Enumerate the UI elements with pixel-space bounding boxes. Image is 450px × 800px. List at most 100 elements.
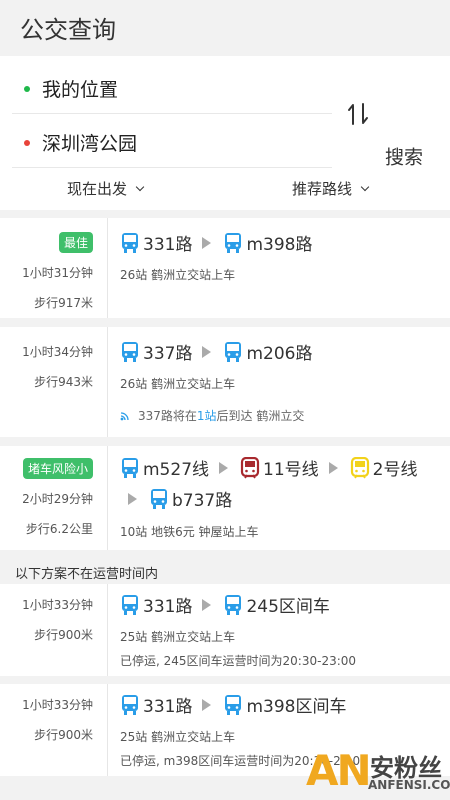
page-title: 公交查询 xyxy=(20,16,116,44)
filter-bar: 现在出发 推荐路线 xyxy=(0,170,450,208)
service-note: 已停运, 245区间车运营时间为20:30-23:00 xyxy=(120,654,357,668)
segment-label: 337路 xyxy=(143,344,193,364)
segment: m398路 xyxy=(223,230,312,255)
low-traffic-risk-badge: 堵车风险小 xyxy=(22,458,93,479)
segment-label: 2号线 xyxy=(372,460,418,480)
segment-label: m398区间车 xyxy=(246,697,347,717)
watermark-mark: AN xyxy=(306,746,372,795)
segment: 11号线 xyxy=(240,455,319,480)
arrow-right-icon xyxy=(328,461,338,474)
origin-dot-icon xyxy=(24,85,30,92)
segment: m398区间车 xyxy=(223,692,346,717)
segment-label: 245区间车 xyxy=(246,597,330,617)
bus-icon xyxy=(122,594,138,615)
departure-time-dropdown[interactable]: 现在出发 xyxy=(67,178,145,199)
route-walk: 步行917米 xyxy=(34,296,93,310)
subway-icon xyxy=(350,456,369,478)
chevron-down-icon xyxy=(135,182,145,191)
route-duration: 1小时34分钟 xyxy=(22,345,93,359)
route-detail: 26站 鹤洲立交站上车 xyxy=(120,377,236,391)
route-duration: 1小时33分钟 xyxy=(22,698,93,712)
route-segments-continued: b737路 xyxy=(128,486,232,511)
segment-label: m527线 xyxy=(143,460,210,480)
segment-label: m206路 xyxy=(246,344,313,364)
route-card[interactable]: 最佳 1小时31分钟 步行917米 331路 m398路 26站 鹤洲立交站上车 xyxy=(0,218,450,318)
bus-icon xyxy=(225,594,242,615)
route-summary: 堵车风险小 2小时29分钟 步行6.2公里 xyxy=(0,446,108,550)
segment-label: 331路 xyxy=(143,235,193,255)
segment-label: 331路 xyxy=(143,697,193,717)
route-segments: 331路 m398区间车 xyxy=(120,692,346,717)
route-detail: 26站 鹤洲立交站上车 xyxy=(120,268,236,282)
search-button[interactable]: 搜索 xyxy=(385,143,423,170)
route-segments: 331路 m398路 xyxy=(120,230,312,255)
route-duration: 1小时31分钟 xyxy=(22,266,93,280)
route-segments: m527线 11号线 2号线 xyxy=(120,455,417,480)
segment: m206路 xyxy=(223,339,312,364)
arrow-right-icon xyxy=(202,236,212,249)
route-segments: 337路 m206路 xyxy=(120,339,312,364)
realtime-signal-icon xyxy=(120,411,129,420)
arrow-right-icon xyxy=(202,345,212,358)
segment: b737路 xyxy=(149,486,232,511)
realtime-prefix: 337路将在 xyxy=(138,409,197,423)
swap-icon[interactable] xyxy=(344,100,372,128)
realtime-suffix: 后到达 鹤洲立交 xyxy=(216,409,305,423)
bus-icon xyxy=(122,341,138,362)
destination-text: 深圳湾公园 xyxy=(42,133,138,155)
arrow-right-icon xyxy=(202,698,212,711)
bus-icon xyxy=(122,457,138,478)
origin-field[interactable]: 我的位置 xyxy=(12,64,332,114)
destination-field[interactable]: 深圳湾公园 xyxy=(12,118,332,168)
segment: 331路 xyxy=(120,230,192,255)
route-summary: 1小时34分钟 步行943米 xyxy=(0,327,108,437)
arrow-right-icon xyxy=(128,492,137,505)
realtime-stops: 1站 xyxy=(196,409,217,423)
route-detail: 10站 地铁6元 钟屋站上车 xyxy=(120,525,259,539)
bus-icon xyxy=(122,232,138,253)
destination-dot-icon xyxy=(24,139,30,146)
app-header: 公交查询 xyxy=(0,0,450,56)
route-preference-dropdown[interactable]: 推荐路线 xyxy=(292,178,370,199)
route-duration: 2小时29分钟 xyxy=(22,492,93,506)
arrow-right-icon xyxy=(202,598,212,611)
segment: 2号线 xyxy=(350,455,418,480)
route-summary: 最佳 1小时31分钟 步行917米 xyxy=(0,218,108,318)
route-walk: 步行943米 xyxy=(34,375,93,389)
watermark-logo: AN 安粉丝 ANFENSI.COM xyxy=(300,742,450,800)
route-detail: 25站 鹤洲立交站上车 xyxy=(120,630,236,644)
route-segments: 331路 245区间车 xyxy=(120,592,330,617)
bus-icon xyxy=(225,341,242,362)
origin-text: 我的位置 xyxy=(42,79,119,101)
departure-time-label: 现在出发 xyxy=(67,180,128,198)
route-walk: 步行900米 xyxy=(34,628,93,642)
route-detail: 25站 鹤洲立交站上车 xyxy=(120,730,236,744)
route-card-offline[interactable]: 1小时33分钟 步行900米 331路 245区间车 25站 鹤洲立交站上车 已… xyxy=(0,584,450,676)
arrow-right-icon xyxy=(219,461,229,474)
route-walk: 步行900米 xyxy=(34,728,93,742)
route-card[interactable]: 1小时34分钟 步行943米 337路 m206路 26站 鹤洲立交站上车 33… xyxy=(0,327,450,437)
chevron-down-icon xyxy=(360,182,370,191)
segment-label: 11号线 xyxy=(263,460,319,480)
segment: 331路 xyxy=(120,692,192,717)
realtime-info: 337路将在 1站 后到达 鹤洲立交 xyxy=(120,407,304,424)
route-walk: 步行6.2公里 xyxy=(25,522,93,536)
bus-icon xyxy=(151,488,167,509)
segment: 245区间车 xyxy=(223,592,330,617)
bus-icon xyxy=(225,232,242,253)
bus-icon xyxy=(122,694,138,715)
route-preference-label: 推荐路线 xyxy=(292,180,353,198)
watermark-url: ANFENSI.COM xyxy=(368,778,450,792)
segment-label: m398路 xyxy=(246,235,313,255)
route-duration: 1小时33分钟 xyxy=(22,598,93,612)
subway-icon xyxy=(240,456,260,478)
route-card[interactable]: 堵车风险小 2小时29分钟 步行6.2公里 m527线 11号线 2号线 b73… xyxy=(0,446,450,550)
best-badge: 最佳 xyxy=(58,232,93,253)
segment-label: 331路 xyxy=(143,597,193,617)
segment: 337路 xyxy=(120,339,192,364)
segment-label: b737路 xyxy=(172,491,233,511)
route-summary: 1小时33分钟 步行900米 xyxy=(0,584,108,676)
bus-icon xyxy=(225,694,242,715)
segment: 331路 xyxy=(120,592,192,617)
route-summary: 1小时33分钟 步行900米 xyxy=(0,684,108,776)
